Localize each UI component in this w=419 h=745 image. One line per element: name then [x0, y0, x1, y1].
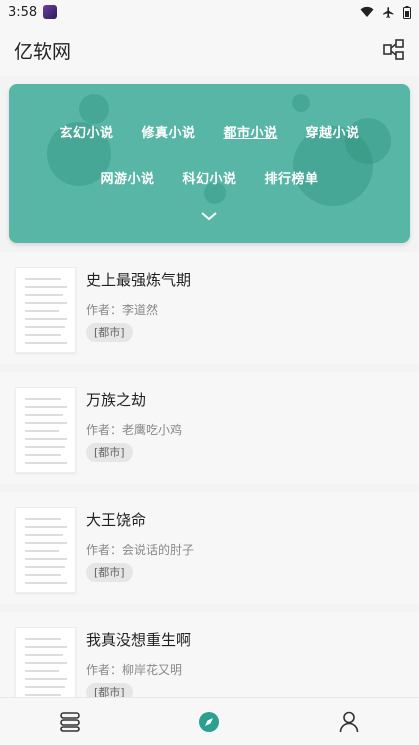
category-xuanhuan[interactable]: 玄幻小说: [59, 122, 113, 141]
book-title: 万族之劫: [86, 391, 147, 409]
category-row: 网游小说 科幻小说 排行榜单: [9, 168, 410, 187]
list-item[interactable]: 万族之劫 作者：老鹰吃小鸡 [都市]: [0, 372, 419, 484]
bottom-nav: [0, 697, 419, 745]
chevron-down-icon[interactable]: [200, 210, 218, 222]
book-author: 作者：老鹰吃小鸡: [86, 423, 183, 437]
nav-discover[interactable]: [174, 698, 244, 745]
category-ranking[interactable]: 排行榜单: [265, 168, 319, 187]
book-tag: [都市]: [86, 563, 133, 582]
status-icons: [360, 5, 411, 19]
book-cover: [15, 387, 76, 473]
category-banner: 玄幻小说 修真小说 都市小说 穿越小说 网游小说 科幻小说 排行榜单: [9, 84, 410, 243]
category-wangyou[interactable]: 网游小说: [100, 168, 154, 187]
book-cover: [15, 267, 76, 353]
user-icon: [339, 711, 359, 732]
list-item[interactable]: 大王饶命 作者：会说话的肘子 [都市]: [0, 492, 419, 604]
book-cover: [15, 507, 76, 593]
app-notification-icon: [43, 5, 58, 19]
category-xiuzhen[interactable]: 修真小说: [141, 122, 195, 141]
status-time: 3:58: [8, 4, 38, 20]
book-title: 史上最强炼气期: [86, 271, 192, 289]
book-title: 大王饶命: [86, 511, 147, 529]
category-dushi[interactable]: 都市小说: [224, 122, 278, 141]
airplane-icon: [383, 6, 394, 18]
book-author: 作者：会说话的肘子: [86, 543, 195, 557]
book-tag: [都市]: [86, 443, 133, 462]
list-item[interactable]: 史上最强炼气期 作者：李道然 [都市]: [0, 252, 419, 364]
category-chuanyue[interactable]: 穿越小说: [306, 122, 360, 141]
book-author: 作者：柳岸花又明: [86, 663, 183, 677]
app-bar: 亿软网: [0, 24, 419, 76]
nav-bookshelf[interactable]: [35, 698, 105, 745]
wifi-icon: [360, 6, 374, 17]
decor-bubble: [292, 94, 310, 112]
book-title: 我真没想重生啊: [86, 631, 192, 649]
category-row: 玄幻小说 修真小说 都市小说 穿越小说: [9, 122, 410, 141]
book-tag: [都市]: [86, 323, 133, 342]
app-title: 亿软网: [14, 40, 72, 63]
decor-bubble: [79, 94, 109, 124]
battery-icon: [403, 5, 411, 19]
share-icon[interactable]: [383, 39, 405, 61]
book-author: 作者：李道然: [86, 303, 159, 317]
status-bar: 3:58: [0, 0, 419, 24]
nav-profile[interactable]: [314, 698, 384, 745]
category-kehuan[interactable]: 科幻小说: [182, 168, 236, 187]
bookshelf-icon: [60, 711, 80, 732]
compass-icon: [199, 711, 220, 732]
